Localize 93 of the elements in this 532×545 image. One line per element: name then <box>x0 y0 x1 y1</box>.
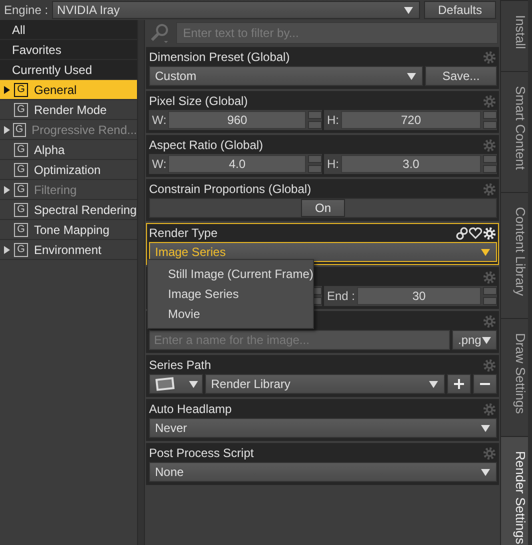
caret-icon <box>481 424 490 432</box>
property-label: Constrain Proportions (Global) <box>149 182 312 196</box>
dropdown[interactable]: Custom <box>149 66 423 86</box>
property-label: Render Type <box>149 226 218 240</box>
side-tab[interactable]: Render Settings <box>500 436 528 545</box>
sidebar-item[interactable]: G Tone Mapping <box>0 220 137 240</box>
group-icon: G <box>14 162 28 176</box>
group-icon: G <box>12 122 26 136</box>
field-label: H: <box>327 157 339 171</box>
property-label: Auto Headlamp <box>149 402 232 416</box>
number-field[interactable]: 720 <box>341 111 481 129</box>
caret-icon <box>189 380 198 388</box>
group-icon: G <box>14 182 28 196</box>
defaults-button[interactable]: Defaults <box>424 1 496 19</box>
caret-icon <box>481 468 490 476</box>
caret-icon <box>429 380 438 388</box>
menu-item[interactable]: Still Image (Current Frame) <box>148 264 313 284</box>
number-field[interactable]: 960 <box>168 111 306 129</box>
gear-icon <box>483 402 496 416</box>
item-label: Tone Mapping <box>34 222 110 236</box>
property-label: Post Process Script <box>149 446 254 460</box>
sidebar-item[interactable]: All <box>0 20 137 40</box>
gear-icon <box>483 358 496 372</box>
expand-arrow-icon[interactable] <box>4 246 10 254</box>
number-field[interactable]: 4.0 <box>168 155 306 173</box>
gear-icon <box>483 314 496 328</box>
picture-dropdown[interactable] <box>149 374 203 394</box>
remove-button[interactable] <box>473 374 497 394</box>
expand-arrow-icon[interactable] <box>4 86 10 94</box>
gear-icon <box>483 50 496 64</box>
side-tab[interactable]: Install <box>500 0 528 71</box>
property-label: Series Path <box>149 358 212 372</box>
sidebar-item[interactable]: G Spectral Rendering <box>0 200 137 220</box>
sidebar-item[interactable]: G Optimization <box>0 160 137 180</box>
dropdown[interactable]: Image Series <box>149 242 497 262</box>
sidebar-item[interactable]: G Render Mode <box>0 100 137 120</box>
gear-icon <box>483 226 496 240</box>
dropdown[interactable]: Never <box>149 418 497 438</box>
group-icon: G <box>14 222 28 236</box>
caret-icon <box>404 6 413 14</box>
field-label: H: <box>327 113 339 127</box>
item-label: Spectral Rendering <box>34 202 137 216</box>
number-field[interactable]: 3.0 <box>341 155 481 173</box>
side-tab[interactable]: Content Library <box>500 192 528 318</box>
caret-icon <box>407 72 416 80</box>
item-label: Progressive Rend... <box>32 122 137 136</box>
gear-icon <box>483 446 496 460</box>
menu-item[interactable]: Movie <box>148 304 313 324</box>
caret-icon <box>481 248 490 256</box>
dropdown[interactable]: Render Library <box>205 374 445 394</box>
group-icon: G <box>14 82 28 96</box>
link-icon[interactable] <box>456 226 468 240</box>
gear-icon <box>483 182 496 196</box>
item-label: Environment <box>34 242 102 256</box>
field-label: W: <box>152 113 166 127</box>
gear-icon <box>483 270 496 284</box>
item-label: Filtering <box>34 182 77 196</box>
sidebar-item[interactable]: G Environment <box>0 240 137 260</box>
sidebar-item[interactable]: Currently Used <box>0 60 137 80</box>
caret-icon <box>482 336 491 344</box>
engine-label: Engine : <box>4 3 48 17</box>
item-label: Optimization <box>34 162 101 176</box>
gear-icon <box>483 138 496 152</box>
toggle-switch[interactable]: On <box>149 198 497 218</box>
plus-icon <box>454 379 464 389</box>
menu-item[interactable]: Image Series <box>148 284 313 304</box>
field-label: End : <box>327 289 356 303</box>
heart-icon[interactable] <box>469 227 482 239</box>
sidebar-item[interactable]: Favorites <box>0 40 137 60</box>
side-tab[interactable]: Draw Settings <box>500 318 528 436</box>
number-field[interactable]: 30 <box>357 287 481 305</box>
group-icon: G <box>14 202 28 216</box>
toggle-button[interactable]: On <box>301 199 345 217</box>
group-icon: G <box>14 142 28 156</box>
item-label: Render Mode <box>34 102 107 116</box>
format-dropdown[interactable]: .png <box>452 330 497 350</box>
save-button[interactable]: Save... <box>425 66 497 86</box>
sidebar-item[interactable]: G General <box>0 80 137 100</box>
item-label: Alpha <box>34 142 65 156</box>
field-label: W: <box>152 157 166 171</box>
group-icon: G <box>14 242 28 256</box>
property-label: Aspect Ratio (Global) <box>149 138 264 152</box>
dropdown[interactable]: None <box>149 462 497 482</box>
engine-dropdown[interactable]: NVIDIA Iray <box>52 1 420 19</box>
property-label: Pixel Size (Global) <box>149 94 248 108</box>
property-label: Dimension Preset (Global) <box>149 50 290 64</box>
add-button[interactable] <box>447 374 471 394</box>
item-label: General <box>34 82 77 96</box>
group-icon: G <box>14 102 28 116</box>
side-tab[interactable]: Smart Content <box>500 70 528 192</box>
picture-icon <box>154 376 176 392</box>
gear-icon <box>483 94 496 108</box>
sidebar-item[interactable]: G Alpha <box>0 140 137 160</box>
